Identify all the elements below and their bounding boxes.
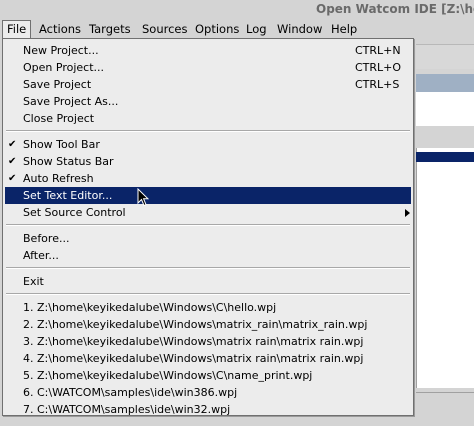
status-bar bbox=[416, 392, 474, 417]
menu-item-label: Auto Refresh bbox=[23, 172, 94, 185]
menu-item-close-project[interactable]: Close Project bbox=[5, 110, 411, 127]
source-list-selection[interactable] bbox=[416, 152, 474, 162]
toolbar-area bbox=[416, 44, 474, 69]
menu-item-save-project-as[interactable]: Save Project As... bbox=[5, 93, 411, 110]
recent-project-item[interactable]: 7. C:\WATCOM\samples\ide\win32.wpj bbox=[5, 401, 411, 418]
menu-item-label: Save Project As... bbox=[23, 95, 119, 108]
checkmark-icon: ✔ bbox=[8, 139, 17, 150]
menu-item-after[interactable]: After... bbox=[5, 247, 411, 264]
source-header bbox=[416, 126, 474, 148]
menu-item-label: Set Source Control bbox=[23, 206, 126, 219]
menu-item-label: Close Project bbox=[23, 112, 95, 125]
menu-item-label: Set Text Editor... bbox=[23, 189, 113, 202]
menu-window[interactable]: Window bbox=[277, 21, 322, 37]
recent-project-item[interactable]: 6. C:\WATCOM\samples\ide\win386.wpj bbox=[5, 384, 411, 401]
menu-item-shortcut: CTRL+S bbox=[355, 78, 400, 91]
menu-item-auto-refresh[interactable]: ✔ Auto Refresh bbox=[5, 170, 411, 187]
recent-project-label: 4. Z:\home\keyikedalube\Windows\matrix r… bbox=[23, 352, 364, 365]
recent-project-label: 7. C:\WATCOM\samples\ide\win32.wpj bbox=[23, 403, 231, 416]
menu-item-label: Save Project bbox=[23, 78, 92, 91]
recent-project-label: 6. C:\WATCOM\samples\ide\win386.wpj bbox=[23, 386, 238, 399]
menu-item-label: Show Status Bar bbox=[23, 155, 114, 168]
recent-project-label: 5. Z:\home\keyikedalube\Windows\C\name_p… bbox=[23, 369, 313, 382]
menu-item-open-project[interactable]: Open Project... CTRL+O bbox=[5, 59, 411, 76]
window-title: Open Watcom IDE [Z:\hom bbox=[316, 2, 474, 16]
menu-actions[interactable]: Actions bbox=[39, 21, 81, 37]
menu-item-label: New Project... bbox=[23, 44, 99, 57]
menu-targets[interactable]: Targets bbox=[89, 21, 131, 37]
menu-separator bbox=[6, 293, 410, 295]
menu-bar: File Actions Targets Sources Options Log… bbox=[0, 18, 474, 39]
menu-item-label: Show Tool Bar bbox=[23, 138, 100, 151]
recent-project-label: 2. Z:\home\keyikedalube\Windows\matrix_r… bbox=[23, 318, 368, 331]
title-bar: Open Watcom IDE [Z:\hom bbox=[0, 0, 474, 18]
target-list[interactable] bbox=[416, 92, 474, 126]
menu-item-set-source-control[interactable]: Set Source Control bbox=[5, 204, 411, 221]
source-list[interactable] bbox=[416, 148, 474, 388]
menu-item-label: Before... bbox=[23, 232, 70, 245]
menu-separator bbox=[6, 130, 410, 132]
recent-project-item[interactable]: 1. Z:\home\keyikedalube\Windows\C\hello.… bbox=[5, 299, 411, 316]
menu-item-shortcut: CTRL+O bbox=[355, 61, 402, 74]
menu-sources[interactable]: Sources bbox=[142, 21, 188, 37]
menu-help[interactable]: Help bbox=[331, 21, 357, 37]
menu-options[interactable]: Options bbox=[195, 21, 239, 37]
menu-item-show-tool-bar[interactable]: ✔ Show Tool Bar bbox=[5, 136, 411, 153]
submenu-arrow-icon bbox=[405, 209, 410, 217]
menu-item-set-text-editor[interactable]: Set Text Editor... bbox=[5, 187, 411, 204]
checkmark-icon: ✔ bbox=[8, 156, 17, 167]
recent-project-item[interactable]: 3. Z:\home\keyikedalube\Windows\matrix r… bbox=[5, 333, 411, 350]
menu-item-exit[interactable]: Exit bbox=[5, 273, 411, 290]
mouse-pointer-icon bbox=[137, 187, 150, 210]
menu-item-save-project[interactable]: Save Project CTRL+S bbox=[5, 76, 411, 93]
menu-item-label: After... bbox=[23, 249, 59, 262]
menu-separator bbox=[6, 267, 410, 269]
menu-log[interactable]: Log bbox=[246, 21, 267, 37]
file-menu-dropdown: New Project... CTRL+N Open Project... CT… bbox=[2, 38, 414, 416]
menu-item-label: Exit bbox=[23, 275, 44, 288]
recent-project-label: 3. Z:\home\keyikedalube\Windows\matrix r… bbox=[23, 335, 364, 348]
target-header bbox=[416, 74, 474, 92]
menu-file[interactable]: File bbox=[2, 20, 32, 39]
recent-project-label: 1. Z:\home\keyikedalube\Windows\C\hello.… bbox=[23, 301, 277, 314]
menu-item-label: Open Project... bbox=[23, 61, 105, 74]
recent-project-item[interactable]: 4. Z:\home\keyikedalube\Windows\matrix r… bbox=[5, 350, 411, 367]
menu-item-show-status-bar[interactable]: ✔ Show Status Bar bbox=[5, 153, 411, 170]
menu-item-before[interactable]: Before... bbox=[5, 230, 411, 247]
recent-project-item[interactable]: 5. Z:\home\keyikedalube\Windows\C\name_p… bbox=[5, 367, 411, 384]
menu-item-new-project[interactable]: New Project... CTRL+N bbox=[5, 42, 411, 59]
menu-separator bbox=[6, 224, 410, 226]
recent-project-item[interactable]: 2. Z:\home\keyikedalube\Windows\matrix_r… bbox=[5, 316, 411, 333]
checkmark-icon: ✔ bbox=[8, 173, 17, 184]
menu-item-shortcut: CTRL+N bbox=[355, 44, 401, 57]
